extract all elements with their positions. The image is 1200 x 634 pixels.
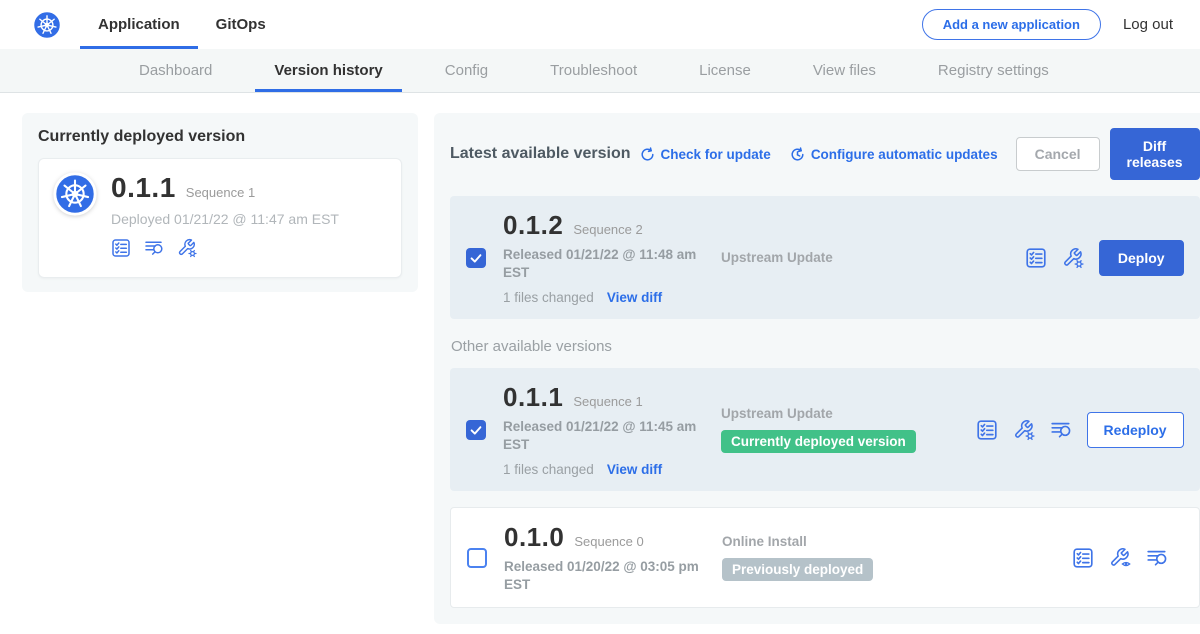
deployed-version-number: 0.1.1 xyxy=(111,172,176,204)
version-info: 0.1.0 Sequence 0 Released 01/20/22 @ 03:… xyxy=(504,522,722,593)
version-number: 0.1.2 xyxy=(503,210,563,241)
released-timestamp: Released 01/21/22 @ 11:48 am EST xyxy=(503,246,703,281)
sub-nav: Dashboard Version history Config Trouble… xyxy=(0,49,1200,93)
version-source: Online Install Previously deployed xyxy=(722,534,967,581)
diff-releases-button[interactable]: Diff releases xyxy=(1110,128,1200,180)
version-checkbox[interactable] xyxy=(466,420,486,440)
row-action-icons xyxy=(976,419,1072,441)
check-for-update-label: Check for update xyxy=(661,147,771,162)
previously-deployed-badge: Previously deployed xyxy=(722,558,873,581)
logout-link[interactable]: Log out xyxy=(1123,16,1173,33)
checkmark-icon xyxy=(468,422,484,438)
deployed-version-info: 0.1.1 Sequence 1 Deployed 01/21/22 @ 11:… xyxy=(111,172,339,264)
deployed-card-title: Currently deployed version xyxy=(38,128,402,146)
deployed-sequence-label: Sequence 1 xyxy=(186,185,255,200)
version-row-0-1-0: 0.1.0 Sequence 0 Released 01/20/22 @ 03:… xyxy=(450,507,1200,608)
version-checkbox[interactable] xyxy=(466,248,486,268)
sequence-label: Sequence 2 xyxy=(573,222,642,237)
version-info: 0.1.1 Sequence 1 Released 01/21/22 @ 11:… xyxy=(503,382,721,477)
preflight-checklist-icon[interactable] xyxy=(1072,547,1094,569)
view-config-wrench-eye-icon[interactable] xyxy=(1109,547,1131,569)
version-history-panel: Latest available version Check for updat… xyxy=(434,113,1200,624)
edit-config-wrench-gear-icon[interactable] xyxy=(1062,247,1084,269)
version-row-0-1-1: 0.1.1 Sequence 1 Released 01/21/22 @ 11:… xyxy=(450,368,1200,491)
subtab-license[interactable]: License xyxy=(668,49,782,92)
currently-deployed-badge: Currently deployed version xyxy=(721,430,916,453)
preflight-checklist-icon[interactable] xyxy=(1025,247,1047,269)
other-versions-header: Other available versions xyxy=(451,338,1200,355)
edit-config-wrench-gear-icon[interactable] xyxy=(177,238,197,258)
files-changed-label: 1 files changed xyxy=(503,462,594,477)
subtab-registry-settings[interactable]: Registry settings xyxy=(907,49,1080,92)
preflight-checklist-icon[interactable] xyxy=(111,238,131,258)
deployed-timestamp: Deployed 01/21/22 @ 11:47 am EST xyxy=(111,211,339,227)
subtab-config[interactable]: Config xyxy=(414,49,519,92)
version-checkbox[interactable] xyxy=(467,548,487,568)
circular-arrow-icon xyxy=(639,146,656,163)
row-action-icons xyxy=(1072,547,1168,569)
top-nav-tabs: Application GitOps xyxy=(80,0,284,49)
source-label: Upstream Update xyxy=(721,250,966,265)
kubernetes-logo xyxy=(32,10,62,40)
configure-auto-updates-link[interactable]: Configure automatic updates xyxy=(789,146,998,163)
version-number: 0.1.1 xyxy=(503,382,563,413)
currently-deployed-card: Currently deployed version 0.1.1 Sequenc… xyxy=(22,113,418,292)
released-timestamp: Released 01/20/22 @ 03:05 pm EST xyxy=(504,558,704,593)
subtab-version-history[interactable]: Version history xyxy=(243,49,413,92)
preflight-checklist-icon[interactable] xyxy=(976,419,998,441)
version-row-0-1-2: 0.1.2 Sequence 2 Released 01/21/22 @ 11:… xyxy=(450,196,1200,319)
add-application-button[interactable]: Add a new application xyxy=(922,9,1101,40)
check-for-update-link[interactable]: Check for update xyxy=(639,146,771,163)
kubernetes-app-icon xyxy=(53,172,97,216)
top-nav: Application GitOps Add a new application… xyxy=(0,0,1200,49)
released-timestamp: Released 01/21/22 @ 11:45 am EST xyxy=(503,418,703,453)
tab-gitops[interactable]: GitOps xyxy=(198,0,284,49)
latest-version-title: Latest available version xyxy=(450,145,631,163)
sequence-label: Sequence 0 xyxy=(574,534,643,549)
deploy-logs-icon[interactable] xyxy=(144,238,164,258)
main-content: Currently deployed version 0.1.1 Sequenc… xyxy=(0,93,1200,624)
source-label: Upstream Update xyxy=(721,406,966,421)
deploy-button[interactable]: Deploy xyxy=(1099,240,1184,276)
version-info: 0.1.2 Sequence 2 Released 01/21/22 @ 11:… xyxy=(503,210,721,305)
version-number: 0.1.0 xyxy=(504,522,564,553)
version-source: Upstream Update Currently deployed versi… xyxy=(721,406,966,453)
files-changed-label: 1 files changed xyxy=(503,290,594,305)
view-diff-link[interactable]: View diff xyxy=(607,290,662,305)
version-source: Upstream Update xyxy=(721,250,966,265)
subtab-troubleshoot[interactable]: Troubleshoot xyxy=(519,49,668,92)
tab-application[interactable]: Application xyxy=(80,0,198,49)
view-diff-link[interactable]: View diff xyxy=(607,462,662,477)
latest-version-header: Latest available version Check for updat… xyxy=(450,128,1200,180)
redeploy-button[interactable]: Redeploy xyxy=(1087,412,1184,448)
cancel-button[interactable]: Cancel xyxy=(1016,137,1100,171)
edit-config-wrench-gear-icon[interactable] xyxy=(1013,419,1035,441)
top-nav-right: Add a new application Log out xyxy=(922,9,1173,40)
source-label: Online Install xyxy=(722,534,967,549)
deploy-logs-icon[interactable] xyxy=(1146,547,1168,569)
deployed-version-card: 0.1.1 Sequence 1 Deployed 01/21/22 @ 11:… xyxy=(38,158,402,278)
sequence-label: Sequence 1 xyxy=(573,394,642,409)
deploy-logs-icon[interactable] xyxy=(1050,419,1072,441)
subtab-dashboard[interactable]: Dashboard xyxy=(108,49,243,92)
deployed-action-icons xyxy=(111,238,339,258)
subtab-view-files[interactable]: View files xyxy=(782,49,907,92)
clock-refresh-icon xyxy=(789,146,806,163)
configure-auto-updates-label: Configure automatic updates xyxy=(811,147,998,162)
checkmark-icon xyxy=(468,250,484,266)
row-action-icons xyxy=(1025,247,1084,269)
